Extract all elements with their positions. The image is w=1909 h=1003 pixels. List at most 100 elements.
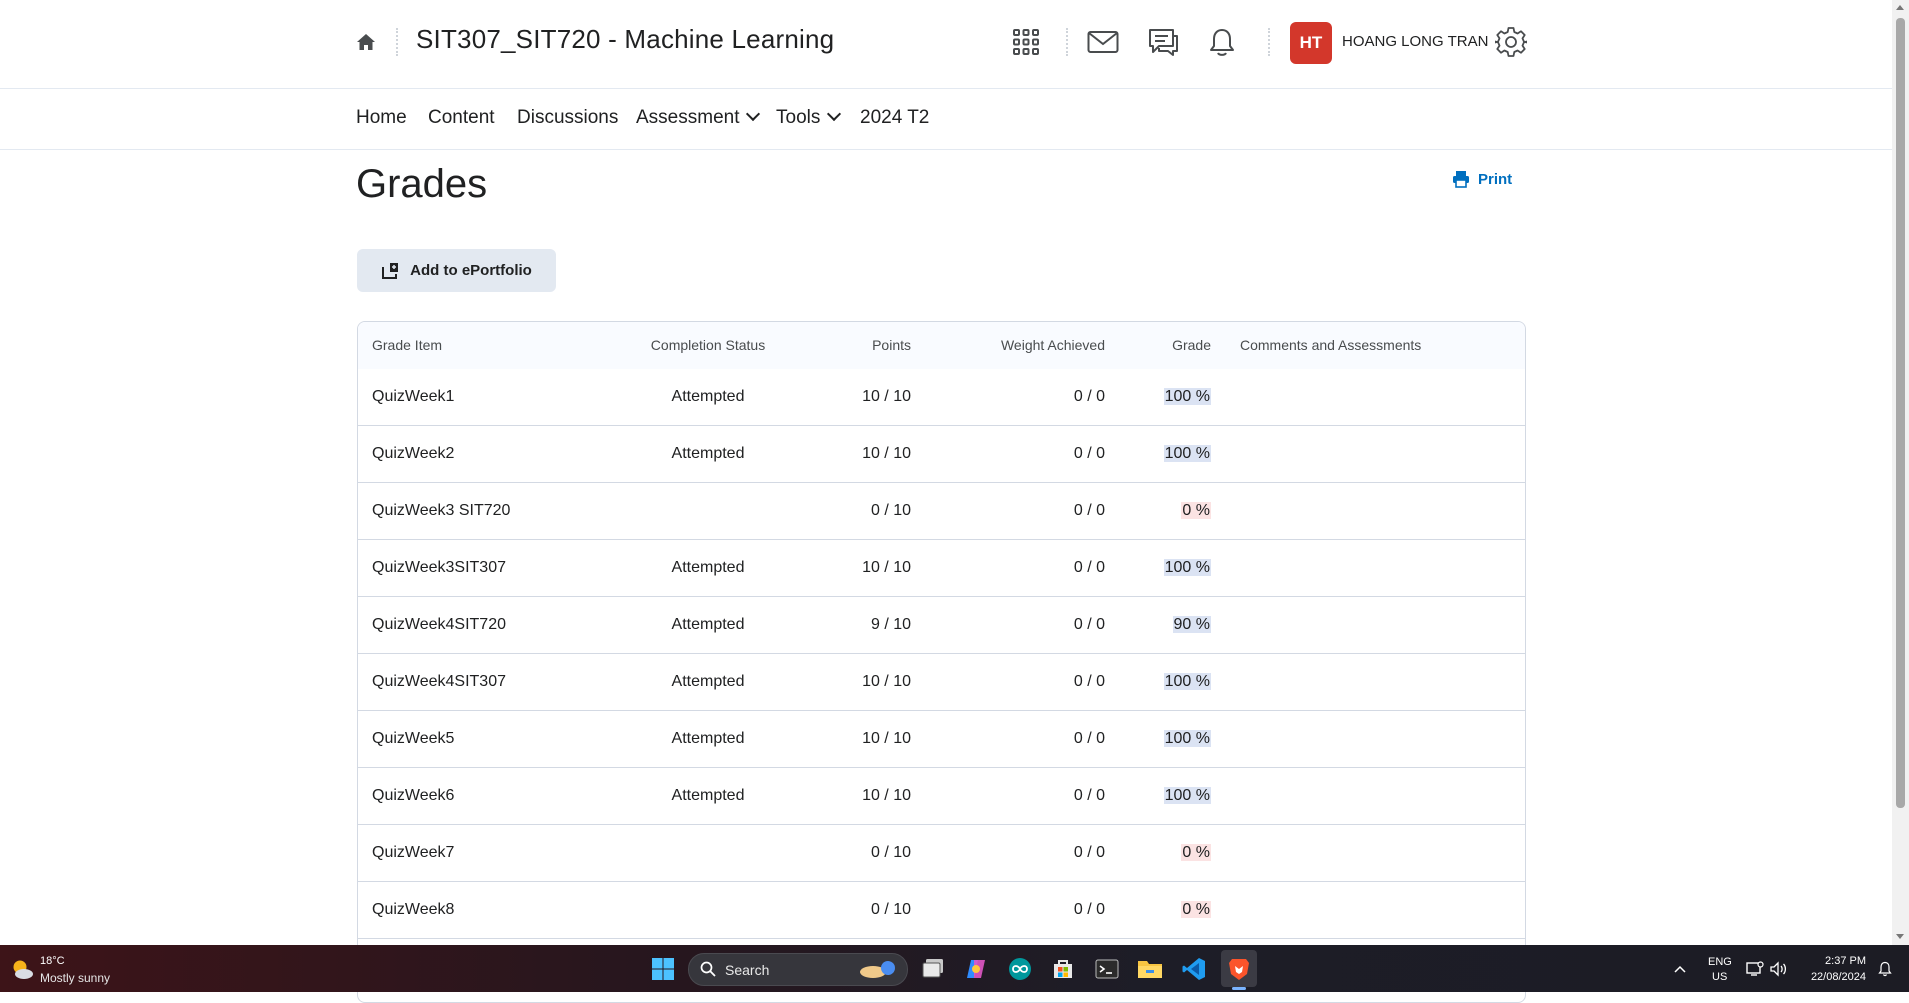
search-highlight-icon [860,961,895,978]
grade-item-name[interactable]: QuizWeek1 [372,388,454,406]
taskbar-search-box[interactable]: Search [688,953,908,986]
table-row: QuizWeek5 Attempted 10 / 10 0 / 0 100 % [358,711,1525,768]
grade-value: 0 % [1181,502,1211,519]
print-button[interactable]: Print [1452,170,1512,188]
course-title[interactable]: SIT307_SIT720 - Machine Learning [416,24,834,55]
grade-value: 100 % [1163,787,1211,804]
completion-status: Attempted [671,616,745,633]
grade-item-name[interactable]: QuizWeek7 [372,844,454,862]
gear-icon[interactable] [1494,25,1528,59]
mail-icon[interactable] [1086,25,1120,59]
weather-temperature[interactable]: 18°C [40,955,65,967]
scroll-down-arrow-icon[interactable] [1896,934,1904,939]
page-scrollbar[interactable] [1892,0,1909,945]
completion-status: Attempted [671,559,745,576]
points-value: 10 / 10 [862,388,911,405]
header-comments: Comments and Assessments [1240,337,1422,353]
copilot-icon[interactable] [961,954,991,984]
windows-taskbar: 18°C Mostly sunny Search ENG US 2:37 PM … [0,945,1909,992]
scrollbar-thumb[interactable] [1896,18,1905,808]
nav-discussions[interactable]: Discussions [517,107,618,129]
course-header: SIT307_SIT720 - Machine Learning HT HOAN… [0,0,1892,89]
task-view-icon[interactable] [918,954,948,984]
nav-content[interactable]: Content [428,107,495,129]
notification-bell-icon[interactable] [1870,954,1900,984]
printer-icon [1453,171,1469,188]
user-name[interactable]: HOANG LONG TRAN [1342,33,1488,50]
input-region[interactable]: US [1712,971,1727,983]
grade-value: 0 % [1181,844,1211,861]
input-language[interactable]: ENG [1708,956,1732,968]
grade-item-name[interactable]: QuizWeek4SIT307 [372,673,506,691]
weight-achieved-value: 0 / 0 [1073,559,1105,576]
grade-item-name[interactable]: QuizWeek8 [372,901,454,919]
grade-item-name[interactable]: QuizWeek3SIT307 [372,559,506,577]
weight-achieved-value: 0 / 0 [1073,388,1105,405]
grade-cell: 90 % [1172,616,1211,634]
grade-item-name[interactable]: QuizWeek5 [372,730,454,748]
avatar[interactable]: HT [1290,22,1332,64]
grade-cell: 100 % [1163,388,1211,406]
nav-home[interactable]: Home [356,107,407,129]
points-value: 0 / 10 [870,844,911,861]
header-completion-status: Completion Status [650,337,766,353]
completion-status: Attempted [671,388,745,405]
header-weight-achieved: Weight Achieved [1000,337,1105,353]
home-icon[interactable] [356,32,376,52]
grade-item-name[interactable]: QuizWeek3 SIT720 [372,502,510,520]
grade-value: 100 % [1163,445,1211,462]
table-row: QuizWeek8 0 / 10 0 / 0 0 % [358,882,1525,939]
print-label: Print [1478,170,1513,188]
weight-achieved-value: 0 / 0 [1073,445,1105,462]
weather-description[interactable]: Mostly sunny [40,971,110,985]
search-icon [700,961,716,977]
nav-term[interactable]: 2024 T2 [860,107,929,129]
weight-achieved-value: 0 / 0 [1073,616,1105,633]
brave-browser-icon[interactable] [1224,954,1254,984]
scroll-up-arrow-icon[interactable] [1896,5,1904,10]
completion-status: Attempted [671,787,745,804]
volume-icon[interactable] [1764,954,1794,984]
grade-cell: 100 % [1163,559,1211,577]
table-header: Grade Item Completion Status Points Weig… [358,322,1525,370]
grade-item-name[interactable]: QuizWeek6 [372,787,454,805]
add-to-eportfolio-button[interactable]: Add to ePortfolio [357,249,556,292]
grade-cell: 100 % [1163,787,1211,805]
header-grade-item: Grade Item [372,337,443,353]
grade-value: 100 % [1163,730,1211,747]
terminal-icon[interactable] [1092,954,1122,984]
clock-time[interactable]: 2:37 PM [1824,955,1866,967]
arduino-icon[interactable] [1005,954,1035,984]
weather-sun-cloud-icon[interactable] [9,957,35,986]
chat-icon[interactable] [1146,25,1180,59]
grade-cell: 0 % [1181,901,1211,919]
file-explorer-icon[interactable] [1135,954,1165,984]
completion-status: Attempted [671,673,745,690]
weight-achieved-value: 0 / 0 [1073,901,1105,918]
grade-item-name[interactable]: QuizWeek2 [372,445,454,463]
microsoft-store-icon[interactable] [1048,954,1078,984]
table-row: QuizWeek7 0 / 10 0 / 0 0 % [358,825,1525,882]
active-app-indicator [1232,987,1246,990]
weight-achieved-value: 0 / 0 [1073,502,1105,519]
vscode-icon[interactable] [1179,954,1209,984]
app-grid-icon[interactable] [1009,25,1043,59]
table-row: QuizWeek4SIT307 Attempted 10 / 10 0 / 0 100 … [358,654,1525,711]
chevron-down-icon [746,106,761,122]
nav-assessment[interactable]: Assessment [636,106,761,129]
clock-date[interactable]: 22/08/2024 [1804,971,1866,983]
points-value: 10 / 10 [862,445,911,462]
chevron-up-icon[interactable] [1665,954,1695,984]
points-value: 0 / 10 [870,502,911,519]
windows-start-icon[interactable] [648,954,678,984]
bell-icon[interactable] [1205,25,1239,59]
weight-achieved-value: 0 / 0 [1073,730,1105,747]
points-value: 10 / 10 [862,730,911,747]
grade-value: 100 % [1163,388,1211,405]
grade-value: 100 % [1163,673,1211,690]
grade-item-name[interactable]: QuizWeek4SIT720 [372,616,506,634]
points-value: 10 / 10 [862,787,911,804]
nav-tools[interactable]: Tools [776,106,842,129]
course-navbar: Home Content Discussions Assessment Tool… [0,89,1892,150]
weight-achieved-value: 0 / 0 [1073,787,1105,804]
